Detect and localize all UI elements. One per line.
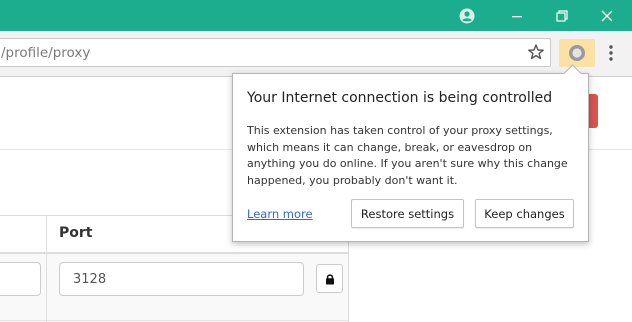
keep-changes-button[interactable]: Keep changes (475, 199, 574, 228)
profile-icon[interactable] (457, 0, 477, 31)
popup-title: Your Internet connection is being contro… (247, 90, 553, 106)
lock-icon (325, 273, 334, 284)
minimize-icon (512, 15, 522, 17)
close-button[interactable] (596, 0, 618, 31)
address-bar[interactable]: /profile/proxy (0, 38, 551, 67)
learn-more-link[interactable]: Learn more (247, 207, 313, 221)
popup-body: This extension has taken control of your… (247, 124, 568, 187)
browser-toolbar: /profile/proxy (0, 31, 632, 77)
table-row-border (0, 320, 349, 321)
more-menu-icon (609, 45, 613, 61)
lock-button[interactable] (316, 264, 343, 293)
column-divider (46, 215, 47, 322)
proxy-extension-icon (569, 45, 585, 61)
proxy-extension-button[interactable] (559, 39, 595, 67)
restore-icon (556, 9, 568, 22)
star-icon[interactable] (527, 43, 545, 61)
port-input[interactable] (59, 262, 304, 296)
extension-control-popup: Your Internet connection is being contro… (232, 64, 589, 242)
address-bar-url[interactable]: /profile/proxy (1, 45, 90, 61)
port-column-header: Port (59, 225, 93, 241)
host-input[interactable] (0, 262, 41, 296)
table-header-border (0, 252, 349, 254)
browser-titlebar (0, 0, 632, 31)
restore-settings-button[interactable]: Restore settings (351, 199, 464, 228)
minimize-button[interactable] (506, 0, 528, 31)
restore-button[interactable] (551, 0, 573, 31)
close-icon (601, 10, 613, 21)
more-menu-button[interactable] (603, 40, 619, 66)
